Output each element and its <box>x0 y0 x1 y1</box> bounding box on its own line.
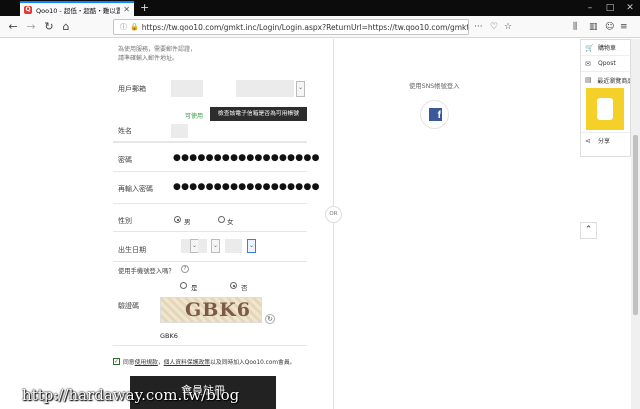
mail-icon: ✉ <box>585 59 591 68</box>
home-icon[interactable]: ⌂ <box>59 20 73 34</box>
nav-bar: ← → ↻ ⌂ ⓘ 🔒 https://tw.qoo10.com/gmkt.in… <box>0 16 640 38</box>
tab-title: Qoo10 - 超低・超酷・難以置信 <box>36 6 121 15</box>
menu-icon[interactable]: ≡ <box>620 22 628 32</box>
bookmark-star-icon[interactable]: ☆ <box>504 22 512 32</box>
recent-product-image[interactable] <box>586 88 624 130</box>
help-icon[interactable]: ? <box>181 265 189 273</box>
quick-sidebar: 🛒 購物車 ✉ Qpost ▤ 最近瀏覽商品 ⋖ 分享 <box>580 39 631 157</box>
agreement-line: ✓ 同意 使用規款 ， 個人資料保護政策 以及同時加入Qoo10.com會員。 <box>113 357 295 366</box>
birth-day-field[interactable] <box>225 239 242 253</box>
gender-male-radio[interactable] <box>174 216 181 223</box>
sns-login-label: 使用SNS帳號登入 <box>409 83 460 90</box>
share-icon: ⋖ <box>585 136 591 145</box>
url-text: https://tw.qoo10.com/gmkt.inc/Login/Logi… <box>141 22 468 32</box>
gender-label: 性別 <box>118 217 132 225</box>
confirm-password-field[interactable]: ●●●●●●●●●●●●●●●●●● <box>173 182 320 192</box>
info-icon[interactable]: ⓘ <box>120 22 127 32</box>
reload-icon[interactable]: ↻ <box>42 20 56 34</box>
recent-icon: ▤ <box>585 76 592 84</box>
terms-link[interactable]: 使用規款 <box>135 357 158 366</box>
captcha-image: GBK6 <box>160 297 262 323</box>
phone-login-no-label: 否 <box>241 284 248 292</box>
captcha-label: 驗證碼 <box>118 302 139 310</box>
watermark: http://hardaway.com.tw/blog <box>22 386 240 404</box>
tab-close-icon[interactable]: ✕ <box>123 5 130 14</box>
scroll-top-chevron-up-icon[interactable]: ⌃ <box>580 222 597 239</box>
sidebar-item-label: Qpost <box>598 60 616 67</box>
sidebar-toggle-icon[interactable]: ▥ <box>589 22 598 32</box>
confirm-password-label: 再輸入密碼 <box>118 185 153 193</box>
name-row: 姓名 <box>113 119 307 143</box>
name-field[interactable] <box>171 124 188 138</box>
captcha-refresh-icon[interactable]: ↻ <box>265 314 275 324</box>
sidebar-item-share[interactable]: ⋖ 分享 <box>581 132 630 148</box>
account-icon[interactable]: ☺ <box>605 22 614 32</box>
product-earbuds-image <box>597 98 613 120</box>
library-icon[interactable]: ⫼ <box>573 22 577 32</box>
captcha-image-text: GBK6 <box>185 299 252 321</box>
page-content: 為使用服務，需要郵件認證， 請準確輸入郵件地址。 用戶郵箱 ⌄ 可使用 檢查該電… <box>0 39 640 409</box>
sidebar-item-label: 分享 <box>598 138 611 145</box>
password-field[interactable]: ●●●●●●●●●●●●●●●●●● <box>173 153 320 163</box>
scrollbar[interactable] <box>631 39 640 409</box>
back-icon[interactable]: ← <box>6 20 20 34</box>
email-domain-chevron-down-icon[interactable]: ⌄ <box>296 81 305 97</box>
password-row: 密碼 ●●●●●●●●●●●●●●●●●● <box>113 145 319 172</box>
privacy-link[interactable]: 個人資料保護政策 <box>164 357 210 366</box>
birthday-label: 出生日期 <box>118 246 146 254</box>
minimize-icon[interactable]: – <box>580 0 600 16</box>
maximize-icon[interactable]: □ <box>600 0 620 16</box>
forward-icon[interactable]: → <box>24 20 38 34</box>
phone-login-no-radio[interactable] <box>230 282 237 289</box>
captcha-input[interactable]: GBK6 <box>160 332 178 340</box>
birthday-row: 出生日期 ⌄ ⌄ ⌄ <box>113 234 307 262</box>
tab-bar: Q Qoo10 - 超低・超酷・難以置信 ✕ + – □ ✕ <box>0 0 640 16</box>
agree-prefix: 同意 <box>123 360 135 366</box>
email-label: 用戶郵箱 <box>118 85 146 93</box>
gender-female-radio[interactable] <box>218 216 225 223</box>
email-domain-field[interactable] <box>236 80 294 97</box>
url-bar[interactable]: ⓘ 🔒 https://tw.qoo10.com/gmkt.inc/Login/… <box>113 19 469 35</box>
or-separator: OR <box>325 206 342 223</box>
pocket-icon[interactable]: ♡ <box>490 22 498 32</box>
scrollbar-thumb[interactable] <box>633 135 638 315</box>
gender-row: 性別 男 女 <box>113 206 307 232</box>
confirm-password-row: 再輸入密碼 ●●●●●●●●●●●●●●●●●● <box>113 174 319 204</box>
phone-login-question: 使用手機號登入嗎？ <box>118 268 175 275</box>
password-label: 密碼 <box>118 156 132 164</box>
browser-tab[interactable]: Q Qoo10 - 超低・超酷・難以置信 ✕ <box>20 1 134 16</box>
lock-icon: 🔒 <box>130 23 139 31</box>
gender-female-label: 女 <box>227 218 234 226</box>
name-label: 姓名 <box>118 127 132 135</box>
phone-login-yes-label: 是 <box>191 284 198 292</box>
email-note-line-2: 請準確輸入郵件地址。 <box>118 55 179 62</box>
gender-male-label: 男 <box>184 218 191 226</box>
sidebar-item-label: 最近瀏覽商品 <box>597 77 630 85</box>
email-note-line-1: 為使用服務，需要郵件認證， <box>118 46 197 53</box>
phone-login-yes-radio[interactable] <box>180 282 187 289</box>
sidebar-item-recent[interactable]: ▤ 最近瀏覽商品 <box>581 72 630 88</box>
sidebar-item-label: 購物車 <box>598 45 617 52</box>
more-icon[interactable]: ··· <box>474 22 483 32</box>
cart-icon: 🛒 <box>585 43 594 52</box>
window-close-icon[interactable]: ✕ <box>620 0 640 16</box>
new-tab-icon[interactable]: + <box>140 1 149 14</box>
captcha-divider <box>113 345 307 346</box>
facebook-login-button[interactable]: f <box>420 100 449 129</box>
sidebar-item-qpost[interactable]: ✉ Qpost <box>581 56 630 72</box>
agree-suffix: 以及同時加入Qoo10.com會員。 <box>210 360 296 366</box>
email-id-field[interactable] <box>171 80 203 97</box>
email-note: 為使用服務，需要郵件認證， 請準確輸入郵件地址。 <box>118 45 196 63</box>
agree-checkbox[interactable]: ✓ <box>113 358 120 365</box>
column-divider <box>333 39 334 409</box>
birth-day-chevron-down-icon[interactable]: ⌄ <box>247 239 256 253</box>
birth-month-field[interactable] <box>198 239 207 253</box>
birth-month-chevron-down-icon[interactable]: ⌄ <box>211 239 220 253</box>
facebook-icon: f <box>429 108 442 121</box>
sidebar-item-cart[interactable]: 🛒 購物車 <box>581 40 630 56</box>
qoo10-favicon-icon: Q <box>24 5 32 14</box>
